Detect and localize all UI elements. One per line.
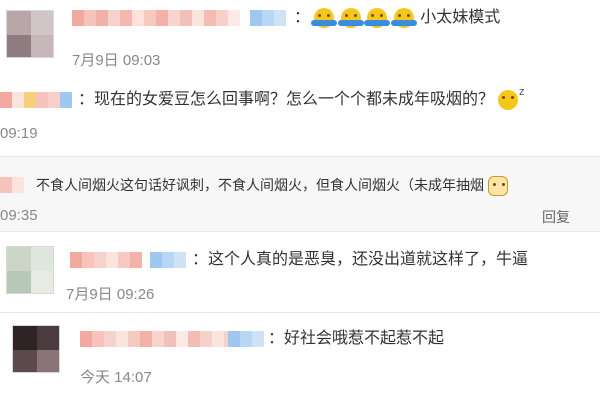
reply-block: 不食人间烟火这句话好讽刺，不食人间烟火，但食人间烟火（未成年抽烟 09:35 回… xyxy=(0,157,600,231)
hug-emoji xyxy=(311,8,338,28)
comment-item: ： 小太妹模式 7月9日 09:03 xyxy=(0,0,600,80)
avatar[interactable] xyxy=(6,246,54,294)
username-blurred-suffix xyxy=(228,331,268,347)
timestamp: 7月9日 09:26 xyxy=(66,286,155,303)
comment-colon: ： xyxy=(294,9,311,27)
comment-body: 不食人间烟火这句话好讽刺，不食人间烟火，但食人间烟火（未成年抽烟 xyxy=(36,177,484,193)
username-blurred[interactable] xyxy=(0,177,24,193)
username-blurred-suffix xyxy=(150,252,190,268)
comment-text: ：现在的女爱豆怎么回事啊？怎么一个个都未成年吸烟的？ xyxy=(78,82,524,110)
timestamp: 09:19 xyxy=(0,125,38,142)
reply-button[interactable]: 回复 xyxy=(542,207,570,227)
comment-text: ： 小太妹模式 xyxy=(294,8,500,28)
username-blurred[interactable] xyxy=(70,252,146,268)
hug-emoji xyxy=(390,8,417,28)
username-blurred[interactable] xyxy=(0,92,76,108)
sleepy-emoji xyxy=(498,82,524,110)
timestamp: 7月9日 09:03 xyxy=(72,52,161,69)
hug-emoji xyxy=(364,8,391,28)
avatar[interactable] xyxy=(12,325,60,373)
avatar[interactable] xyxy=(6,10,54,58)
comment-text: 不食人间烟火这句话好讽刺，不食人间烟火，但食人间烟火（未成年抽烟 xyxy=(36,176,510,197)
cat-emoji xyxy=(487,176,508,197)
comment-item: ：现在的女爱豆怎么回事啊？怎么一个个都未成年吸烟的？ 09:19 xyxy=(0,80,600,150)
hug-emoji xyxy=(337,8,364,28)
timestamp: 今天 14:07 xyxy=(80,369,152,386)
comment-text: ：这个人真的是恶臭，还没出道就这样了，牛逼 xyxy=(192,251,529,268)
comment-text: ：好社会哦惹不起惹不起 xyxy=(268,330,445,347)
comment-body: ：现在的女爱豆怎么回事啊？怎么一个个都未成年吸烟的？ xyxy=(78,91,495,109)
comment-item: ：这个人真的是恶臭，还没出道就这样了，牛逼 7月9日 09:26 xyxy=(0,232,600,312)
comment-item: ：好社会哦惹不起惹不起 今天 14:07 xyxy=(0,313,600,400)
username-blurred[interactable] xyxy=(80,331,248,347)
timestamp: 09:35 xyxy=(0,207,38,224)
username-blurred-suffix xyxy=(250,10,290,26)
username-blurred[interactable] xyxy=(72,10,244,26)
comment-text-after: 小太妹模式 xyxy=(420,9,501,27)
